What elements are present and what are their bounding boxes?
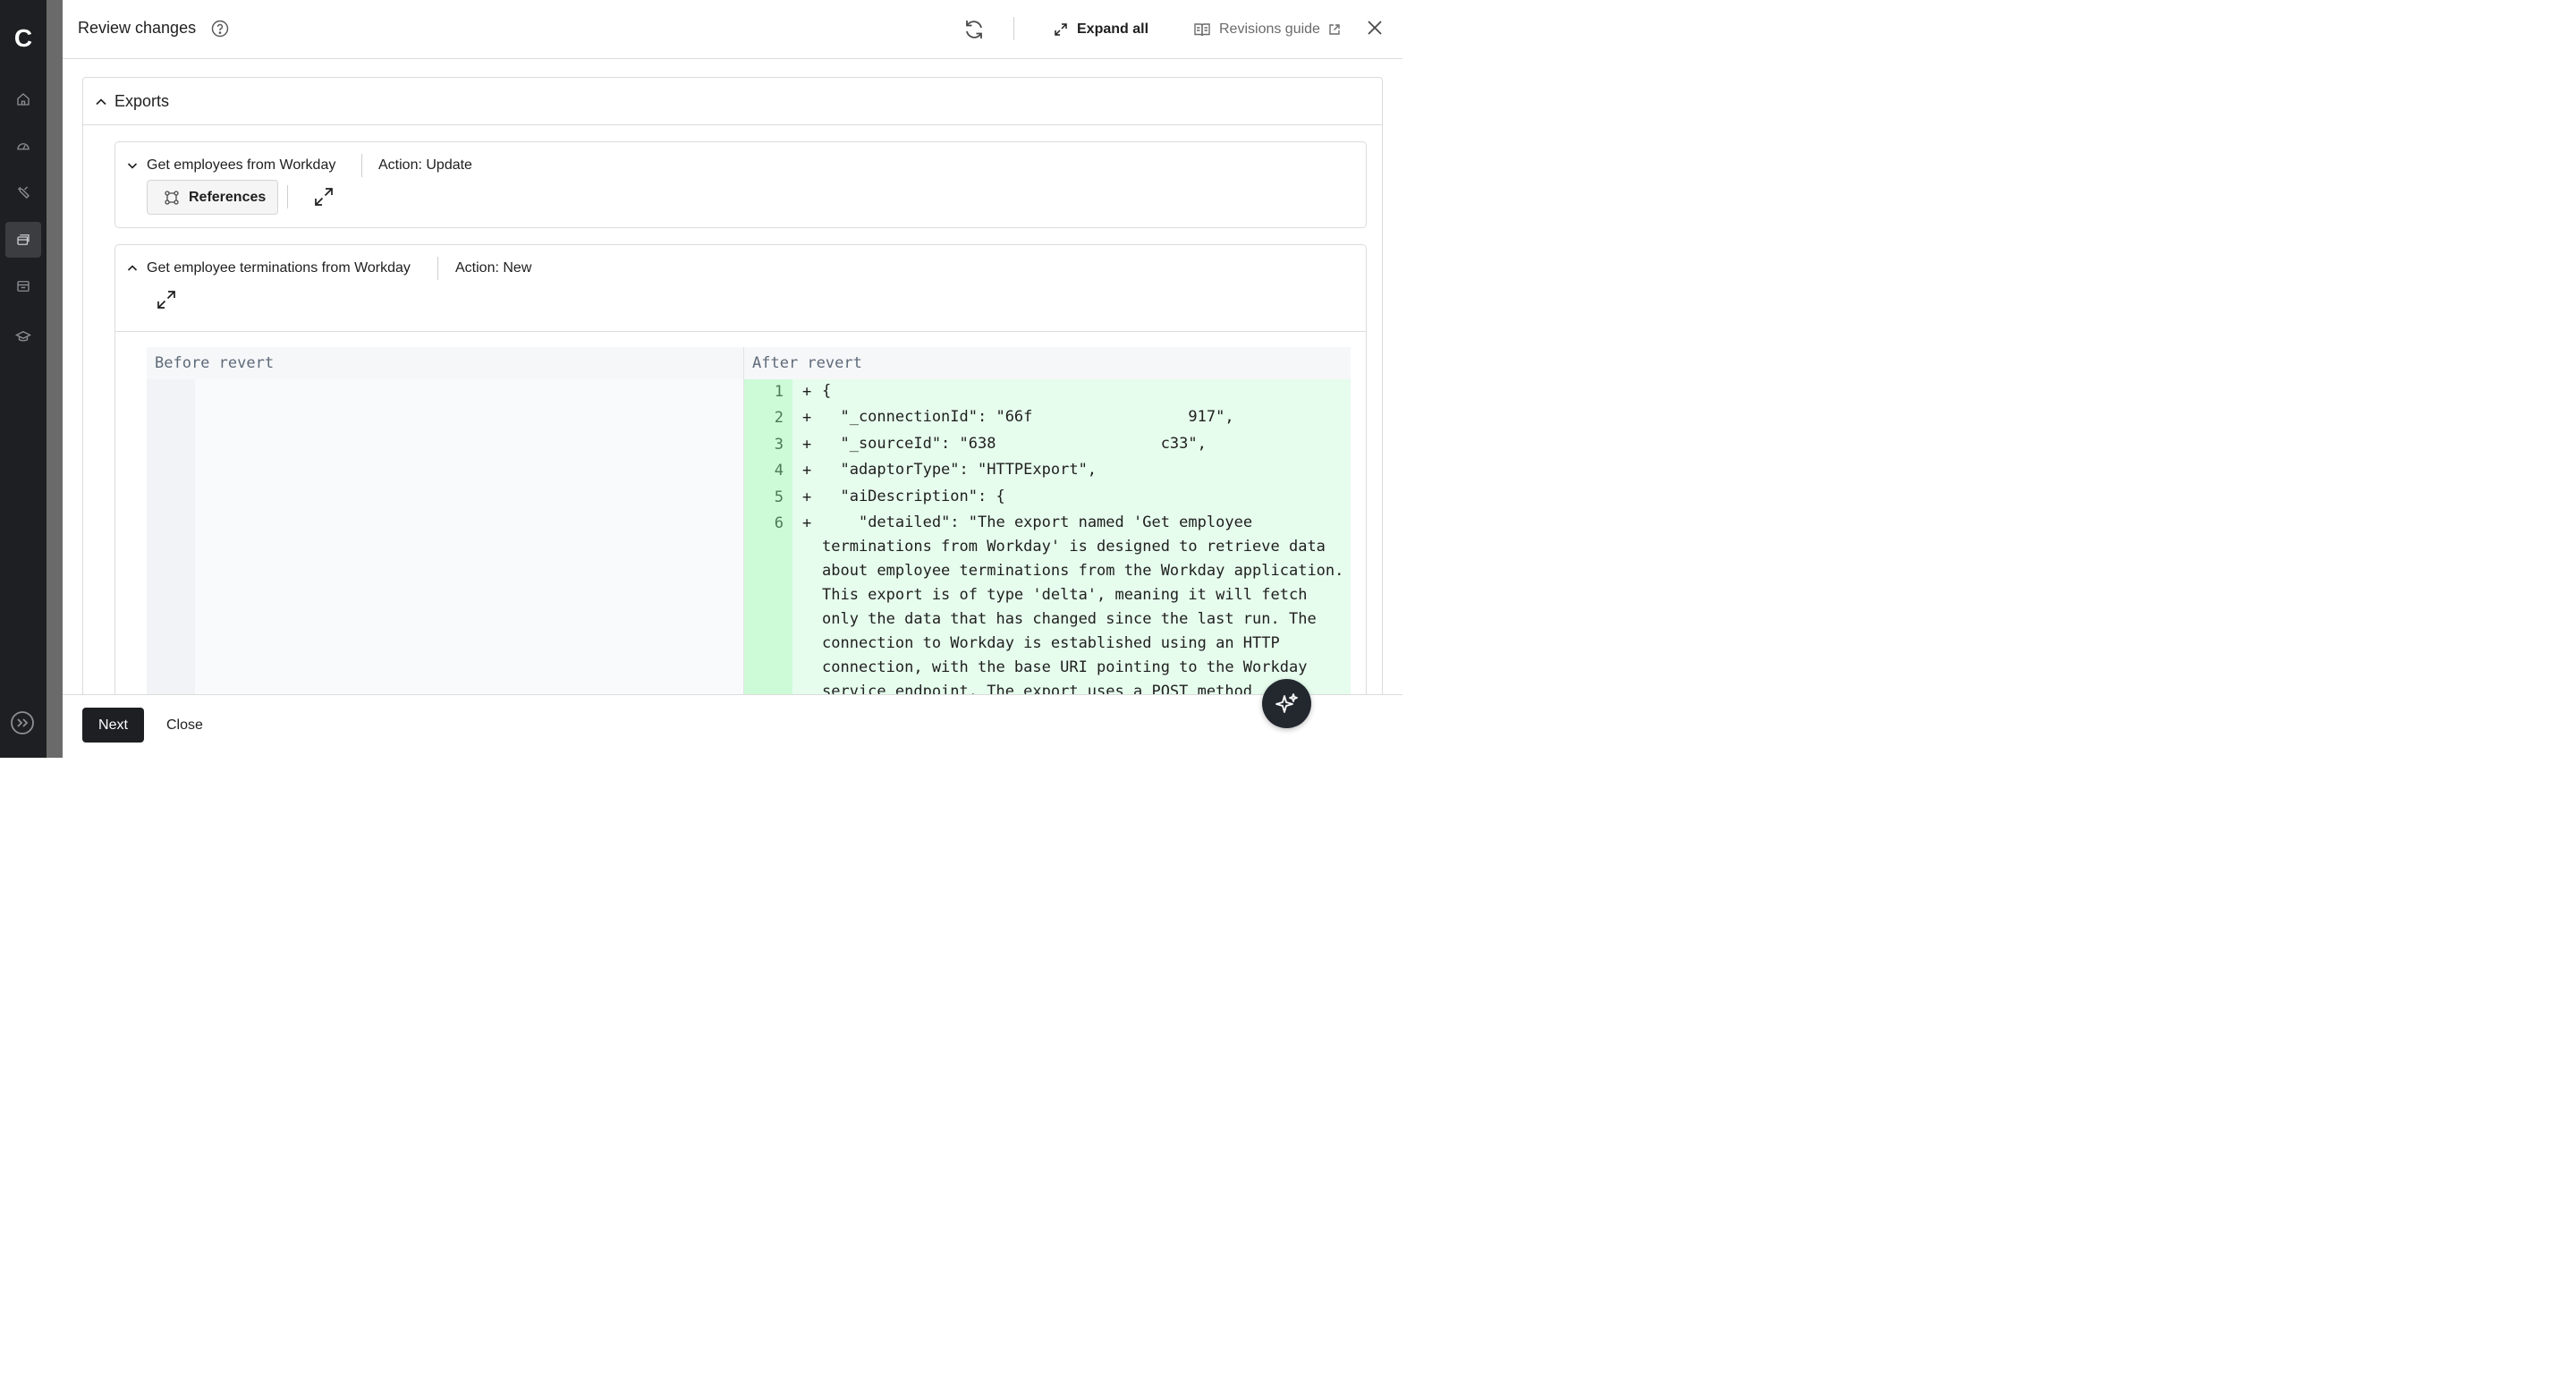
before-code-pane (195, 379, 743, 694)
export-name[interactable]: Get employees from Workday (147, 157, 335, 174)
code-line: "_sourceId": "638 c33", (822, 435, 1207, 453)
line-number: 1 (774, 383, 784, 401)
app-logo[interactable]: C (11, 25, 36, 52)
drawer-content: Exports Get employees from Workday Actio… (63, 59, 1402, 694)
code-line: "adaptorType": "HTTPExport", (822, 461, 1097, 479)
references-label: References (189, 189, 267, 205)
expand-icon[interactable] (156, 289, 177, 310)
sparkle-icon (1275, 692, 1298, 713)
card-divider (115, 331, 1366, 332)
expand-icon[interactable] (313, 186, 335, 208)
code-line: "aiDescription": { (822, 488, 1005, 505)
chevron-up-icon[interactable] (126, 262, 139, 275)
export-card: Get employee terminations from Workday A… (114, 244, 1367, 694)
book-icon (1194, 23, 1210, 37)
after-revert-header: After revert (743, 347, 1351, 379)
modal-backdrop[interactable] (47, 0, 63, 758)
chevron-up-icon[interactable] (94, 95, 108, 109)
references-icon (165, 190, 179, 205)
export-name[interactable]: Get employee terminations from Workday (147, 260, 411, 276)
expand-all-button[interactable]: Expand all (1054, 18, 1148, 41)
expand-sidebar-icon[interactable] (10, 710, 35, 735)
drawer-title: Review changes (78, 19, 197, 37)
added-marker: + (802, 514, 812, 532)
drawer-header: Review changes Expand all Revisions guid… (63, 0, 1402, 59)
before-revert-header: Before revert (147, 347, 743, 379)
external-link-icon (1329, 24, 1340, 35)
card-divider (437, 257, 438, 280)
chevron-down-icon[interactable] (126, 159, 139, 172)
exports-section: Exports Get employees from Workday Actio… (82, 77, 1383, 694)
expand-all-label: Expand all (1077, 21, 1149, 37)
revisions-guide-label: Revisions guide (1219, 21, 1320, 37)
drawer-footer: Next Close (63, 694, 1402, 758)
learning-icon[interactable] (5, 318, 41, 354)
added-marker: + (802, 488, 812, 506)
line-number: 5 (774, 488, 784, 506)
exports-section-header[interactable]: Exports (83, 78, 1382, 125)
line-number: 4 (774, 462, 784, 480)
export-card: Get employees from Workday Action: Updat… (114, 141, 1367, 228)
action-label: Action: New (455, 260, 532, 276)
tools-icon[interactable] (5, 174, 41, 210)
added-marker: + (802, 409, 812, 427)
diff-viewer: Before revert After revert 1 + { 2 + "_c… (147, 347, 1351, 694)
button-divider (287, 185, 288, 208)
code-line: "_connectionId": "66f 917", (822, 408, 1234, 426)
next-button[interactable]: Next (82, 708, 144, 743)
added-marker: + (802, 436, 812, 454)
dashboard-icon[interactable] (5, 128, 41, 164)
integrations-icon[interactable] (5, 222, 41, 258)
line-number: 3 (774, 436, 784, 454)
code-line: { (822, 382, 832, 400)
references-button[interactable]: References (147, 180, 278, 215)
section-title: Exports (114, 92, 170, 110)
review-changes-drawer: Review changes Expand all Revisions guid… (63, 0, 1402, 758)
card-divider (361, 154, 362, 177)
code-line: "detailed": "The export named 'Get emplo… (822, 514, 1353, 694)
line-number: 2 (774, 409, 784, 427)
close-drawer-icon[interactable] (1365, 18, 1385, 38)
action-label: Action: Update (378, 157, 472, 173)
refresh-icon[interactable] (962, 17, 987, 42)
revisions-guide-link[interactable]: Revisions guide (1193, 18, 1341, 41)
home-icon[interactable] (5, 81, 41, 117)
help-icon[interactable] (211, 20, 229, 38)
ai-assistant-button[interactable] (1262, 679, 1311, 728)
added-marker: + (802, 383, 812, 401)
expand-icon (1055, 23, 1067, 36)
close-button[interactable]: Close (159, 708, 210, 743)
added-marker: + (802, 462, 812, 480)
line-number: 6 (774, 514, 784, 532)
marketplace-icon[interactable] (5, 268, 41, 304)
before-line-gutter (147, 379, 195, 694)
header-divider (1013, 17, 1014, 40)
app-sidebar: C (0, 0, 47, 758)
